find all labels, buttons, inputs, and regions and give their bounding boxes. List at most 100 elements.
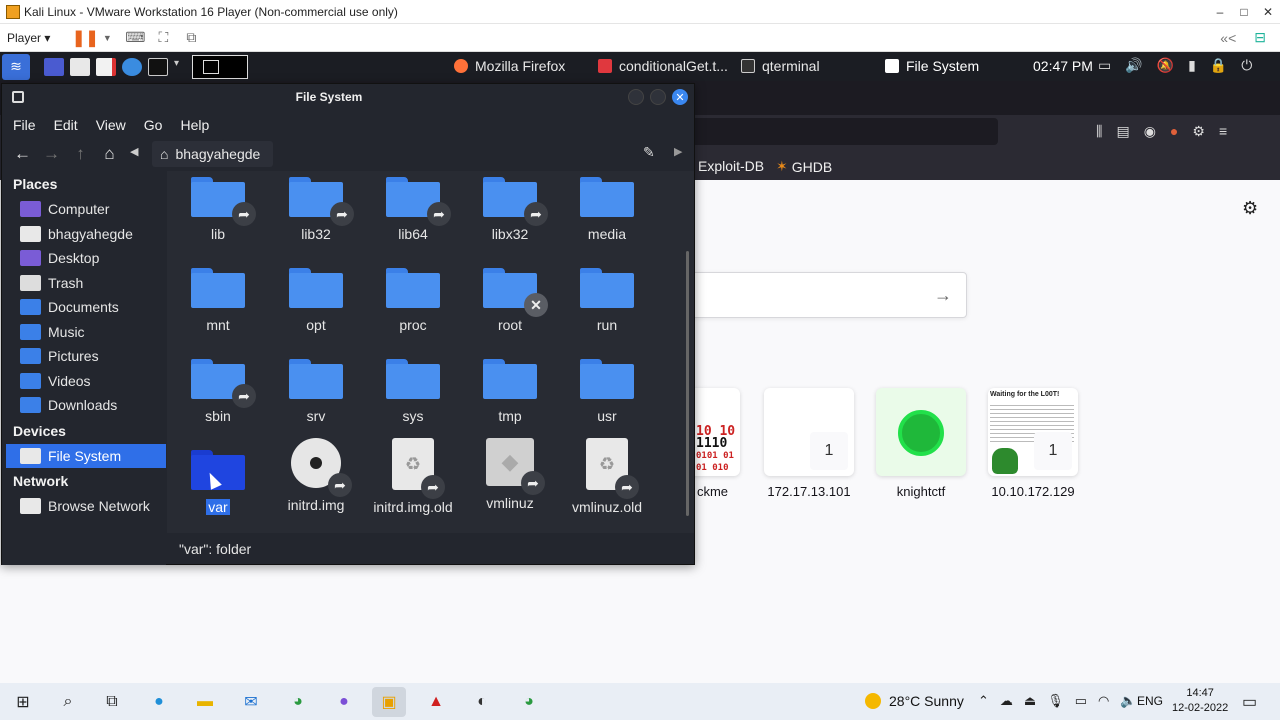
gear-icon[interactable]: ⚙: [1242, 198, 1258, 219]
mail-icon[interactable]: ✉: [240, 691, 262, 713]
pause-dropdown-icon[interactable]: ▼: [98, 29, 116, 47]
file-item-tmp[interactable]: tmp: [464, 347, 556, 424]
menu-edit[interactable]: Edit: [54, 117, 78, 133]
arrow-right-icon[interactable]: →: [934, 285, 952, 306]
panel-clock[interactable]: 02:47 PM: [1033, 58, 1093, 74]
sidebar-item-downloads[interactable]: Downloads: [2, 393, 166, 418]
sidebar-item-music[interactable]: Music: [2, 320, 166, 345]
maximize-button[interactable]: □: [1232, 5, 1256, 19]
send-ctrl-alt-del-icon[interactable]: ⌨: [125, 29, 145, 47]
sidebar-item-computer[interactable]: Computer: [2, 197, 166, 222]
file-item-sys[interactable]: sys: [367, 347, 459, 424]
notification-center-icon[interactable]: ▭: [1242, 692, 1257, 712]
file-item-srv[interactable]: srv: [270, 347, 362, 424]
microphone-icon[interactable]: 🎙: [1047, 693, 1064, 709]
menu-help[interactable]: Help: [180, 117, 209, 133]
weather-widget[interactable]: 28°C Sunny: [865, 693, 964, 709]
sidebar-item-trash[interactable]: Trash: [2, 271, 166, 296]
maximize-button[interactable]: [650, 89, 666, 105]
sidebar-item-desktop[interactable]: Desktop: [2, 246, 166, 271]
forward-icon[interactable]: →: [37, 144, 66, 164]
sidebar-icon[interactable]: ▤: [1116, 123, 1129, 140]
volume-icon[interactable]: 🔊: [1125, 57, 1142, 74]
firefox-url-bar[interactable]: [690, 118, 998, 145]
file-item-lib64[interactable]: ➦ lib64: [367, 171, 459, 242]
browser-launcher-icon[interactable]: [122, 57, 142, 76]
player-menu[interactable]: Player ▾: [7, 31, 50, 45]
terminal-launcher-icon[interactable]: [148, 57, 168, 76]
obs-icon[interactable]: ◐: [471, 691, 493, 713]
usb-icon[interactable]: ⏏: [1024, 693, 1036, 709]
edge-icon[interactable]: ●: [148, 691, 170, 713]
fm-icon-view[interactable]: ➦ lib ➦ lib32 ➦ lib64 ➦ libx32 media mnt opt proc ✕ r…: [167, 171, 694, 533]
extension-icon[interactable]: ●: [1170, 123, 1178, 140]
vmware-icon[interactable]: ▣: [372, 687, 406, 717]
file-item-proc[interactable]: proc: [367, 256, 459, 333]
kali-menu-icon[interactable]: ≋: [2, 53, 30, 80]
file-item-libx32[interactable]: ➦ libx32: [464, 171, 556, 242]
fm-titlebar[interactable]: File System ✕: [2, 84, 694, 111]
tray-chevron-icon[interactable]: ⌃: [978, 693, 989, 709]
breadcrumb-scroll-left-icon[interactable]: ◀: [130, 145, 138, 158]
sidebar-item-browse-network[interactable]: Browse Network: [2, 494, 166, 519]
hamburger-menu-icon[interactable]: ≡: [1219, 123, 1227, 140]
minimize-button[interactable]: [628, 89, 644, 105]
file-item-lib32[interactable]: ➦ lib32: [270, 171, 362, 242]
sidebar-item-bhagyahegde[interactable]: bhagyahegde: [2, 222, 166, 247]
file-item-mnt[interactable]: mnt: [172, 256, 264, 333]
scrollbar[interactable]: [686, 251, 689, 516]
lock-icon[interactable]: 🔒: [1210, 57, 1227, 74]
task-firefox[interactable]: Mozilla Firefox: [454, 58, 565, 74]
edit-location-icon[interactable]: ✎: [643, 144, 655, 161]
windows-start-icon[interactable]: ⊞: [12, 691, 34, 713]
breadcrumb-scroll-right-icon[interactable]: ▶: [674, 145, 682, 158]
back-icon[interactable]: ←: [8, 144, 37, 164]
notifications-muted-icon[interactable]: 🔕: [1157, 57, 1174, 74]
sidebar-item-pictures[interactable]: Pictures: [2, 344, 166, 369]
file-item-lib[interactable]: ➦ lib: [172, 171, 264, 242]
bookmark-ghdb[interactable]: ✶ GHDB: [776, 158, 832, 175]
workspace-switcher[interactable]: [192, 54, 248, 79]
discord-icon[interactable]: ●: [333, 691, 355, 713]
sidebar-item-videos[interactable]: Videos: [2, 369, 166, 394]
close-button[interactable]: ✕: [672, 89, 688, 105]
file-explorer-icon[interactable]: ▬: [194, 691, 216, 713]
taskbar-clock[interactable]: 14:47 12-02-2022: [1172, 686, 1228, 716]
home-icon[interactable]: ⌂: [95, 144, 124, 164]
bookmark-exploit-db[interactable]: Exploit-DB: [698, 158, 764, 174]
sidebar-item-file-system[interactable]: File System: [6, 443, 166, 468]
chrome-icon-2[interactable]: ◕: [518, 691, 540, 713]
sidebar-item-documents[interactable]: Documents: [2, 295, 166, 320]
file-item-vmlinuz-old[interactable]: ♻ ➦ vmlinuz.old: [561, 438, 653, 515]
menu-view[interactable]: View: [96, 117, 126, 133]
power-icon[interactable]: ⏻: [1241, 57, 1252, 74]
fit-guest-icon[interactable]: ⛶: [154, 29, 172, 47]
file-manager-launcher-icon[interactable]: [70, 57, 90, 76]
text-editor-launcher-icon[interactable]: [96, 57, 116, 76]
chrome-icon[interactable]: ◕: [287, 691, 309, 713]
launcher-dropdown-icon[interactable]: ▾: [174, 58, 182, 76]
battery-icon[interactable]: ▭: [1075, 693, 1087, 709]
message-icon[interactable]: ⊟: [1254, 29, 1266, 46]
top-site-tile[interactable]: Waiting for the L00T! 1 10.10.172.129: [988, 388, 1078, 499]
task-pdf[interactable]: conditionalGet.t...: [598, 58, 728, 74]
acrobat-icon[interactable]: ▲: [425, 691, 447, 713]
file-item-sbin[interactable]: ➦ sbin: [172, 347, 264, 424]
pause-icon[interactable]: ❚❚: [72, 29, 99, 47]
file-item-media[interactable]: media: [561, 171, 653, 242]
file-item-initrd-img[interactable]: ➦ initrd.img: [270, 438, 362, 513]
unity-icon[interactable]: ⧉: [182, 29, 200, 47]
file-item-initrd-img-old[interactable]: ♻ ➦ initrd.img.old: [367, 438, 459, 515]
wifi-icon[interactable]: ◠: [1098, 693, 1109, 709]
menu-go[interactable]: Go: [144, 117, 163, 133]
screen-icon[interactable]: ▭: [1098, 57, 1111, 74]
menu-file[interactable]: File: [13, 117, 36, 133]
top-site-tile[interactable]: knightctf: [876, 388, 966, 499]
battery-icon[interactable]: ▮: [1188, 57, 1196, 74]
library-icon[interactable]: ⫼: [1096, 123, 1102, 140]
close-button[interactable]: ✕: [1256, 5, 1280, 19]
file-item-opt[interactable]: opt: [270, 256, 362, 333]
settings-icon[interactable]: ⚙: [1192, 123, 1205, 140]
task-qterminal[interactable]: qterminal: [741, 58, 820, 74]
search-icon[interactable]: ⌕: [57, 691, 79, 713]
